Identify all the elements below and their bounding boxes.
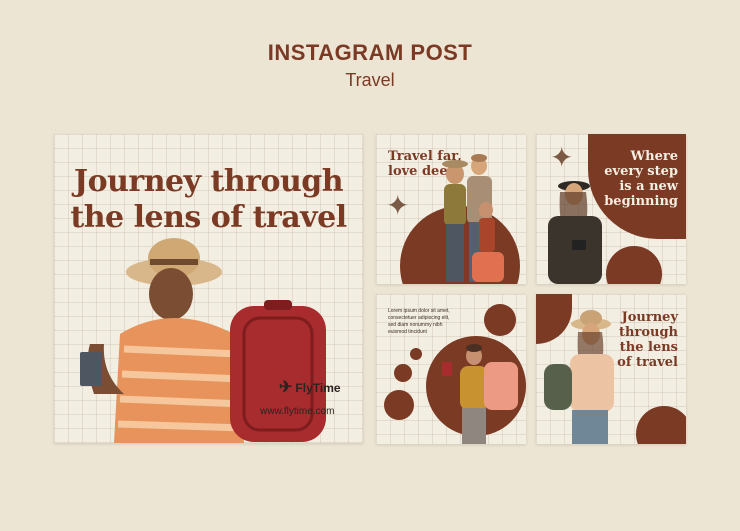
plane-icon: ✈	[279, 379, 293, 396]
card5-line1: Journey	[621, 310, 678, 325]
card5-text: Journey through the lens of travel	[617, 310, 678, 370]
card5-line2: through	[619, 325, 678, 340]
post-card-travel-far: Travel far, love deep ✦	[376, 134, 526, 284]
brand-url: www.flytime.com	[260, 406, 335, 417]
woman-luggage-photo	[442, 344, 518, 444]
brand-logo: ✈ FlyTime	[279, 377, 341, 397]
page-header: INSTAGRAM POST Travel	[0, 40, 740, 91]
post-card-lorem: Lorem ipsum dolor sit amet, consectetuer…	[376, 294, 526, 444]
card5-line3: the lens	[619, 340, 678, 355]
page-subtitle: Travel	[345, 70, 395, 90]
card5-line4: of travel	[617, 355, 678, 370]
post-card-where-every-step: ✦ Where every step is a new beginning	[536, 134, 686, 284]
post-card-large: Journey through the lens of travel ✈ FlyT…	[54, 134, 363, 443]
post-card-journey-small: Journey through the lens of travel	[536, 294, 686, 444]
family-photo	[442, 154, 504, 282]
woman-camera-photo	[548, 181, 602, 284]
page-title: INSTAGRAM POST	[267, 40, 473, 65]
brand-name: FlyTime	[295, 381, 341, 395]
